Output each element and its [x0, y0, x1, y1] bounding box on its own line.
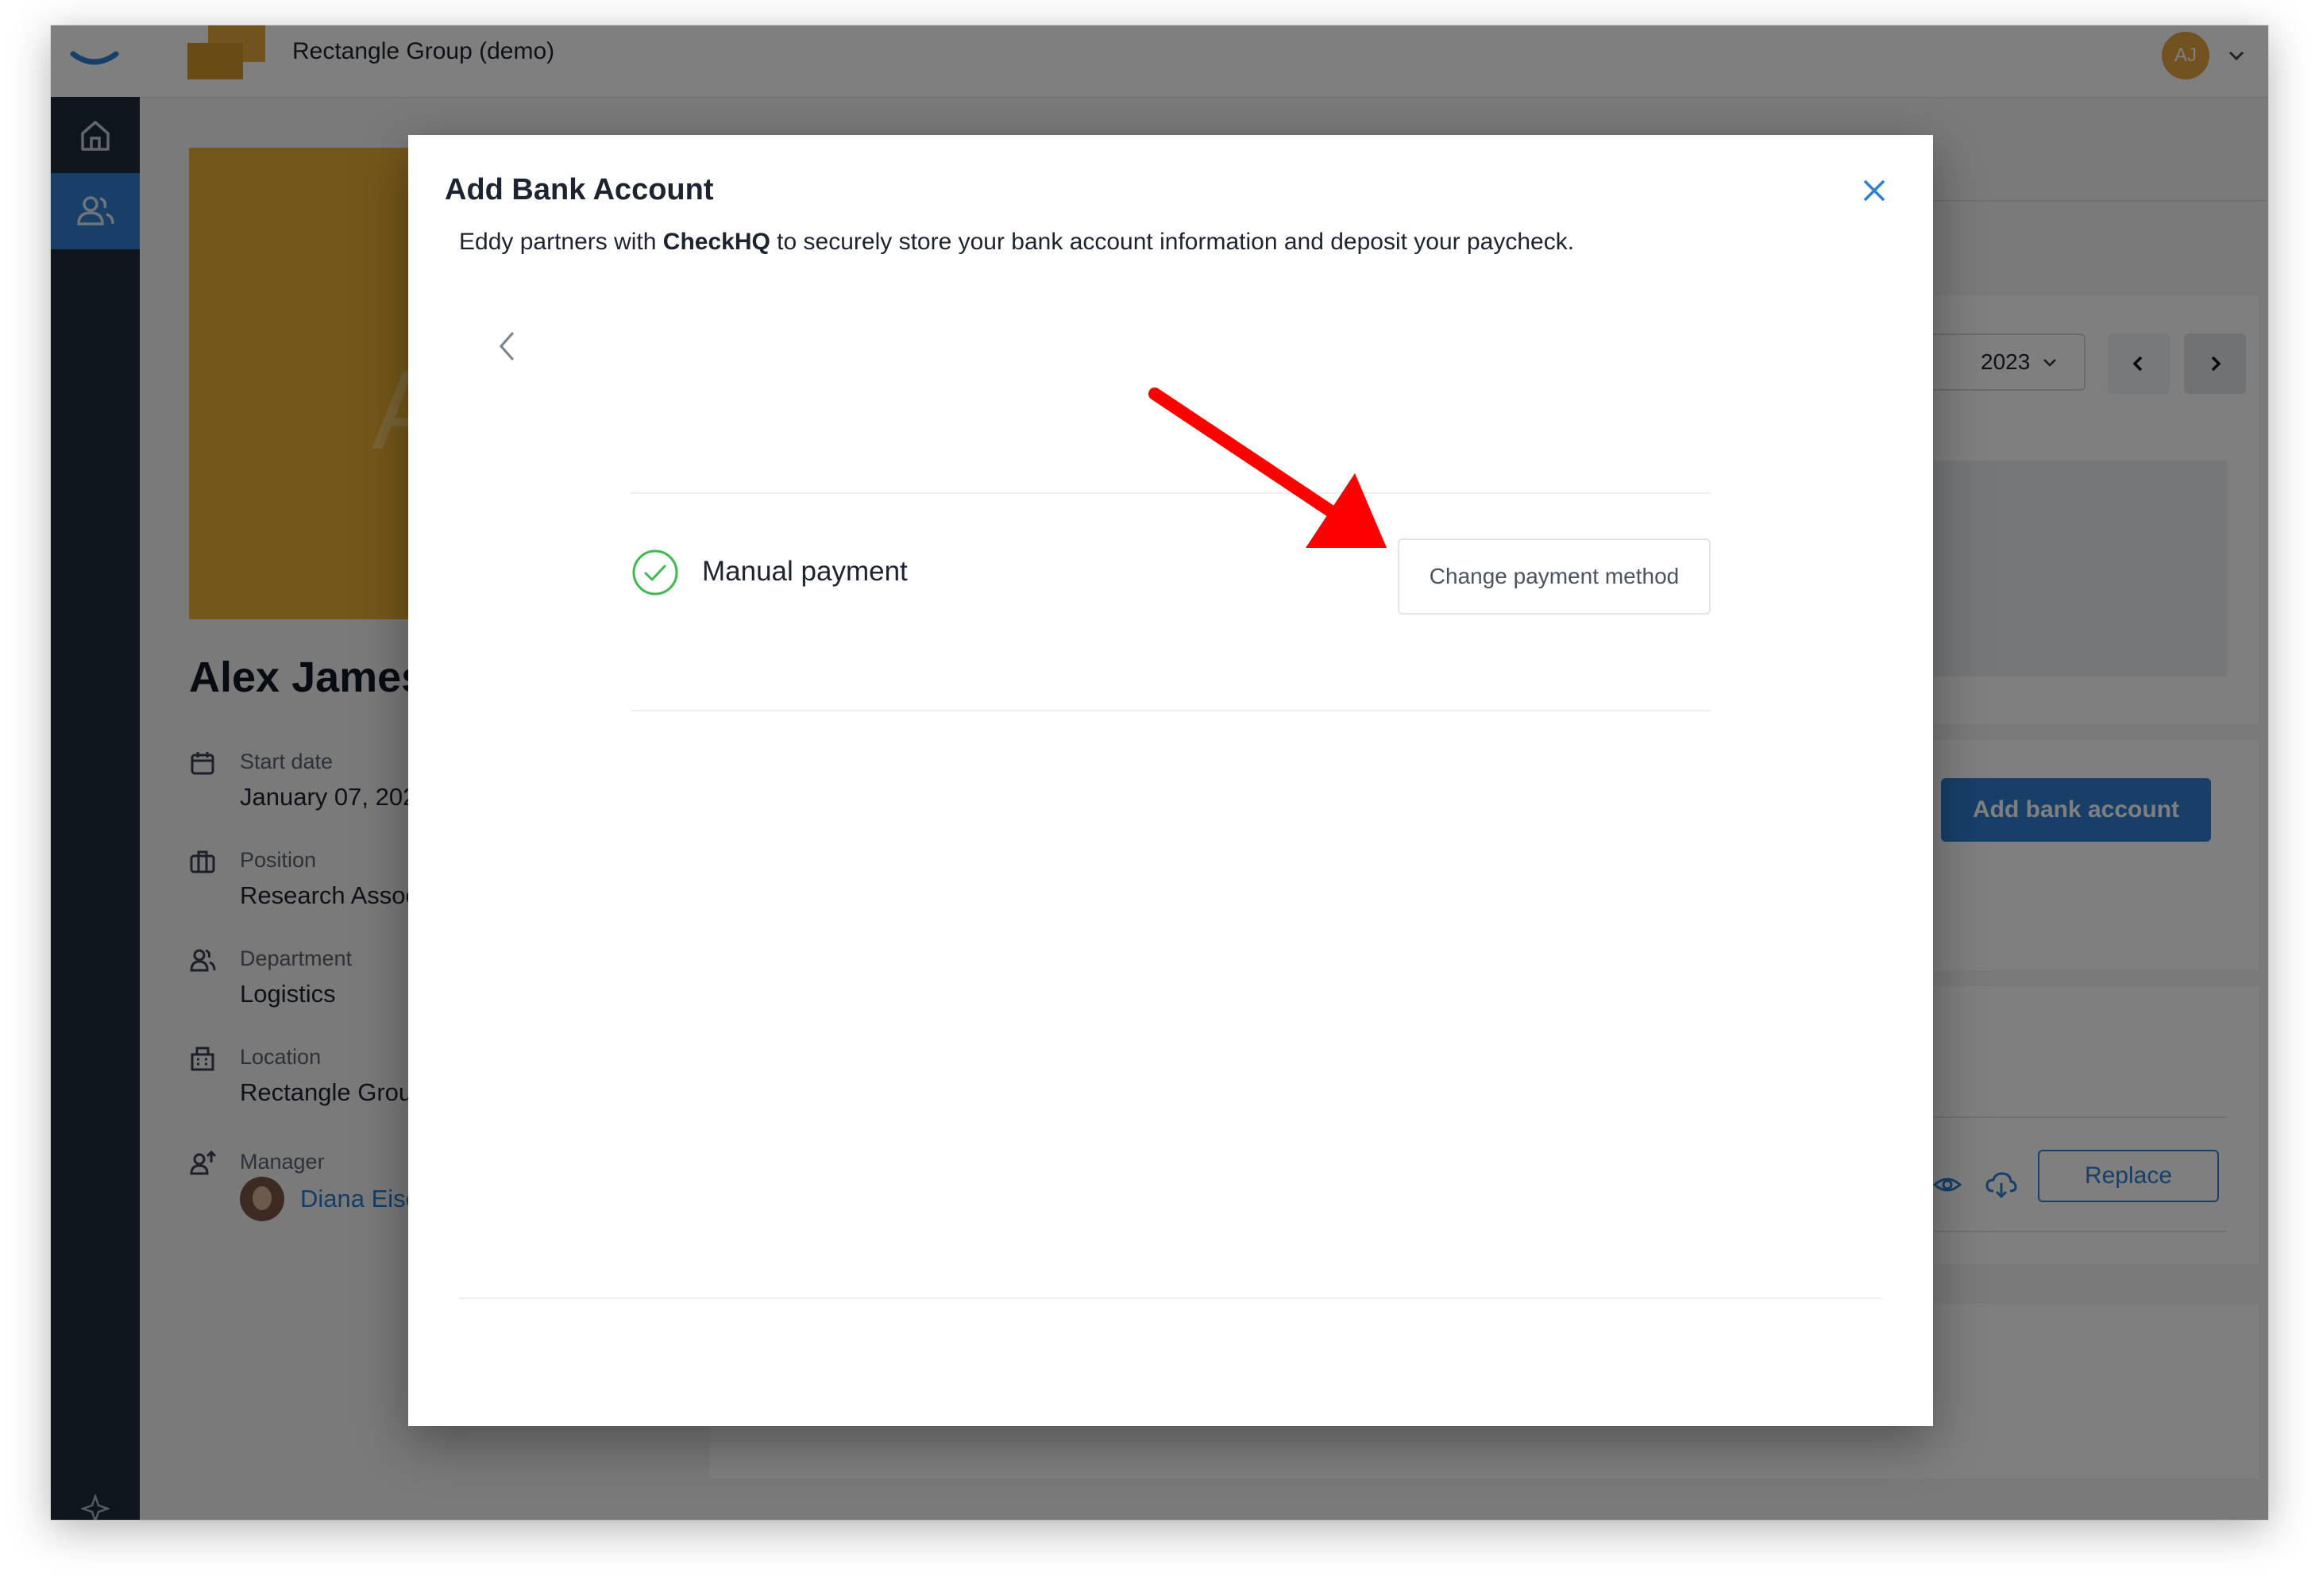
payment-method-label: Manual payment	[702, 556, 908, 587]
footer-divider	[459, 1297, 1882, 1299]
chevron-left-icon	[500, 332, 514, 360]
close-icon	[1864, 180, 1885, 201]
app-window: Rectangle Group (demo) AJ A Alex James	[51, 25, 2268, 1520]
divider	[631, 710, 1711, 711]
close-button[interactable]	[1854, 170, 1895, 211]
annotation-arrow-icon	[1148, 387, 1387, 548]
add-bank-account-modal: Add Bank Account Eddy partners with Chec…	[408, 135, 1933, 1426]
desc-suffix: to securely store your bank account info…	[770, 229, 1575, 255]
back-button[interactable]	[483, 322, 531, 370]
modal-title: Add Bank Account	[445, 173, 714, 206]
modal-description: Eddy partners with CheckHQ to securely s…	[459, 229, 1574, 256]
change-payment-method-button[interactable]: Change payment method	[1398, 538, 1711, 615]
desc-prefix: Eddy partners with	[459, 229, 663, 255]
check-circle-icon	[632, 549, 678, 596]
desc-partner: CheckHQ	[662, 229, 770, 255]
